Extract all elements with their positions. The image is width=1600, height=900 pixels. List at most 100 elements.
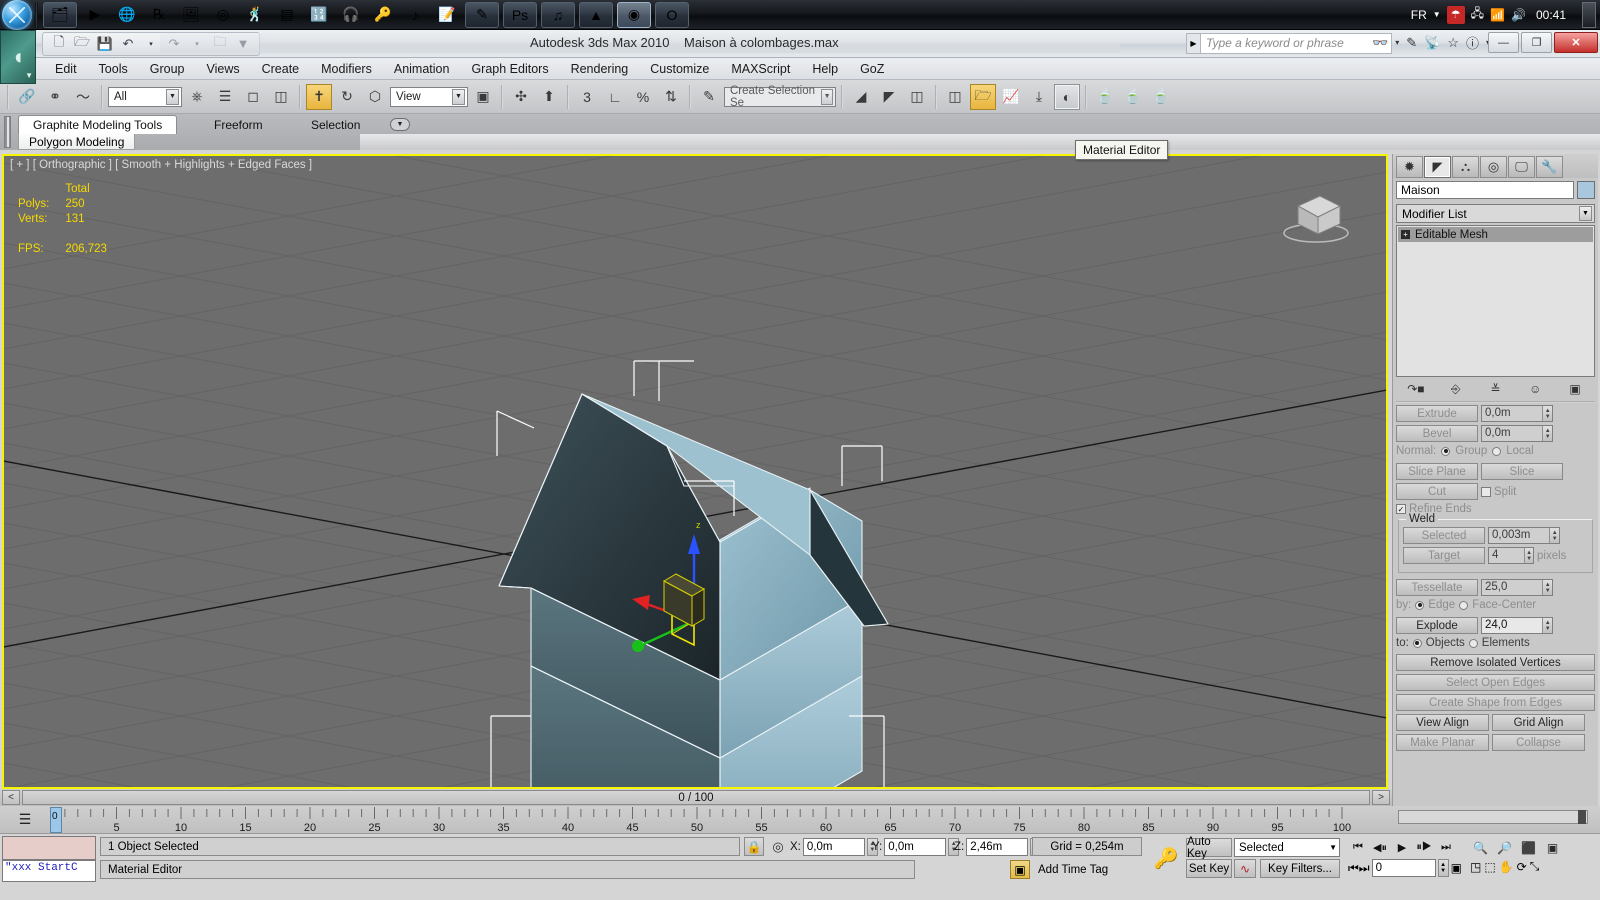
weld-selected-threshold-spinner[interactable]: 0,003m ▲ ▼ (1488, 527, 1560, 544)
weld-selected-button[interactable]: Selected (1403, 527, 1485, 544)
region-zoom-button[interactable]: ⬚ (1484, 860, 1495, 874)
object-name-input[interactable]: Maison (1396, 181, 1574, 199)
menu-item-group[interactable]: Group (139, 60, 196, 78)
time-configuration-button[interactable]: ▣ (1451, 861, 1462, 875)
angle-snap-toggle-button[interactable]: ∟ (602, 84, 628, 110)
spinner-arrows-icon[interactable]: ▲▼ (1542, 426, 1552, 441)
hierarchy-tab[interactable]: ⛬ (1452, 156, 1479, 178)
menu-item-maxscript[interactable]: MAXScript (720, 60, 801, 78)
taskbar-blue-app[interactable]: ▤ (273, 2, 301, 28)
current-frame-input[interactable]: 0 (1371, 859, 1436, 877)
horizontal-scrollbar[interactable] (1398, 810, 1588, 824)
toggle-scene-explorer-button[interactable]: ◫ (942, 84, 968, 110)
save-file-button[interactable]: 💾 (95, 35, 115, 53)
satellite-icon[interactable]: 📡 (1424, 35, 1440, 51)
maximize-viewport-button[interactable]: ⤡ (1530, 859, 1540, 874)
menu-item-rendering[interactable]: Rendering (560, 60, 640, 78)
menu-item-create[interactable]: Create (251, 60, 311, 78)
normal-local-radio[interactable] (1492, 446, 1502, 456)
render-setup-button[interactable]: 🍵 (1092, 84, 1118, 110)
go-to-start-button[interactable]: ⏮ (1348, 838, 1368, 857)
menu-item-modifiers[interactable]: Modifiers (310, 60, 383, 78)
curve-editor-button[interactable]: 📈 (998, 84, 1024, 110)
view-cube[interactable] (1276, 186, 1356, 246)
undo-dropdown-icon[interactable]: ▾ (141, 35, 161, 53)
taskbar-calc-app[interactable]: 🔢 (305, 2, 333, 28)
chevron-down-icon[interactable]: ▼ (1579, 206, 1592, 221)
open-file-button[interactable]: 🗁 (72, 34, 92, 53)
next-frame-button[interactable]: ⏸▶ (1414, 838, 1434, 857)
percent-snap-toggle-button[interactable]: % (630, 84, 656, 110)
configure-modifier-sets-icon[interactable]: ▣ (1565, 380, 1585, 398)
menu-item-goz[interactable]: GoZ (849, 60, 895, 78)
chevron-down-icon[interactable]: ▼ (1329, 843, 1337, 852)
search-dropdown-icon[interactable]: ▶ (1186, 33, 1200, 54)
set-key-button[interactable]: Set Key (1186, 859, 1232, 878)
network-tray-icon[interactable]: 🖧 (1471, 4, 1484, 25)
ribbon-more-arrow-icon[interactable]: ▼ (390, 118, 410, 131)
taskbar-app-globe[interactable]: 🌐 (113, 2, 141, 28)
explode-angle-spinner[interactable]: 24,0 ▲ ▼ (1481, 617, 1553, 634)
tessellate-face-center-radio[interactable] (1459, 600, 1469, 610)
zoom-button[interactable]: 🔍 (1470, 838, 1491, 857)
antivirus-tray-icon[interactable]: ☂ (1446, 5, 1465, 24)
tab-graphite-modeling-tools[interactable]: Graphite Modeling Tools (18, 115, 178, 134)
graphite-modeling-toggle-button[interactable]: 🗁 (970, 83, 996, 110)
selection-lock-toggle[interactable]: 🔒 (744, 837, 764, 856)
bevel-button[interactable]: Bevel (1396, 425, 1478, 442)
collapse-button[interactable]: Collapse (1492, 734, 1585, 751)
taskbar-notepad-app[interactable]: 📝 (433, 2, 461, 28)
taskbar-itunes-window[interactable]: ♫ (541, 1, 575, 28)
taskbar-3dsmax-window[interactable]: ◉ (617, 1, 651, 28)
remove-isolated-vertices-button[interactable]: Remove Isolated Vertices (1396, 654, 1595, 671)
volume-tray-icon[interactable]: 🔊 (1511, 8, 1526, 22)
key-filters-button[interactable]: Key Filters... (1260, 859, 1340, 878)
tray-chevron-icon[interactable]: ▼ (1433, 10, 1441, 19)
rendered-frame-window-button[interactable]: 🍵 (1120, 84, 1146, 110)
absolute-transform-toggle[interactable]: ◎ (768, 837, 788, 856)
taskbar-image-viewer[interactable]: 🖼 (177, 2, 205, 28)
close-button[interactable]: ✕ (1554, 32, 1598, 53)
taskbar-key-app[interactable]: 🔑 (369, 2, 397, 28)
menu-item-views[interactable]: Views (195, 60, 250, 78)
tessellate-edge-radio[interactable] (1415, 600, 1425, 610)
modify-tab[interactable]: ◤ (1424, 156, 1451, 178)
menu-item-graph-editors[interactable]: Graph Editors (460, 60, 559, 78)
z-coordinate-value[interactable]: 2,46m (966, 837, 1029, 856)
field-of-view-button[interactable]: ◳ (1470, 860, 1481, 874)
maxscript-mini-listener[interactable]: "xxx StartC (2, 860, 96, 882)
help-question-icon[interactable]: ⓘ (1466, 33, 1479, 52)
explode-button[interactable]: Explode (1396, 617, 1478, 634)
taskbar-headphones-app[interactable]: 🎧 (337, 2, 365, 28)
make-planar-button[interactable]: Make Planar (1396, 734, 1489, 751)
use-pivot-point-center-button[interactable]: ▣ (470, 84, 496, 110)
create-tab[interactable]: ✹ (1396, 156, 1423, 178)
weld-target-spinner[interactable]: 4 ▲ ▼ (1488, 547, 1534, 564)
create-shape-from-edges-button[interactable]: Create Shape from Edges (1396, 694, 1595, 711)
selection-filter-combo[interactable]: All ▼ (108, 86, 182, 107)
search-binoculars-icon[interactable]: 👓 (1372, 35, 1388, 51)
object-color-swatch[interactable] (1577, 181, 1595, 199)
key-mode-toggle-icon[interactable]: 🔑 (1146, 838, 1186, 878)
named-selection-sets-button[interactable]: ✎ (696, 84, 722, 110)
toolbar-grip[interactable] (7, 84, 9, 109)
show-end-result-icon[interactable]: ⎆ (1446, 380, 1466, 398)
menu-item-edit[interactable]: Edit (44, 60, 88, 78)
application-menu-button[interactable]: ◖ ▼ (0, 30, 36, 84)
split-checkbox[interactable] (1481, 486, 1491, 497)
scrollbar-thumb[interactable] (1578, 810, 1586, 824)
unlink-selection-button[interactable]: ⚭ (42, 84, 68, 110)
select-and-scale-button[interactable]: ⬡ (362, 84, 388, 110)
bevel-amount-spinner[interactable]: 0,0m ▲ ▼ (1481, 425, 1553, 442)
chevron-down-icon[interactable]: ▼ (821, 88, 833, 105)
explode-elements-radio[interactable] (1468, 638, 1478, 648)
maxscript-mini-listener-pink[interactable] (2, 836, 96, 860)
taskbar-itunes-app[interactable]: ♪ (401, 2, 429, 28)
track-key-icon[interactable]: ☰ (3, 808, 47, 830)
add-time-tag-button[interactable]: Add Time Tag (1032, 860, 1142, 879)
previous-frame-arrow[interactable]: < (2, 790, 20, 805)
orbit-button[interactable]: ⟳ (1517, 860, 1527, 874)
refine-ends-checkbox[interactable]: ✓ (1396, 504, 1406, 514)
z-coordinate-field[interactable]: Z: 2,46m ▲▼ (954, 837, 1042, 856)
keyboard-shortcut-override-button[interactable]: ⬆ (536, 84, 562, 110)
